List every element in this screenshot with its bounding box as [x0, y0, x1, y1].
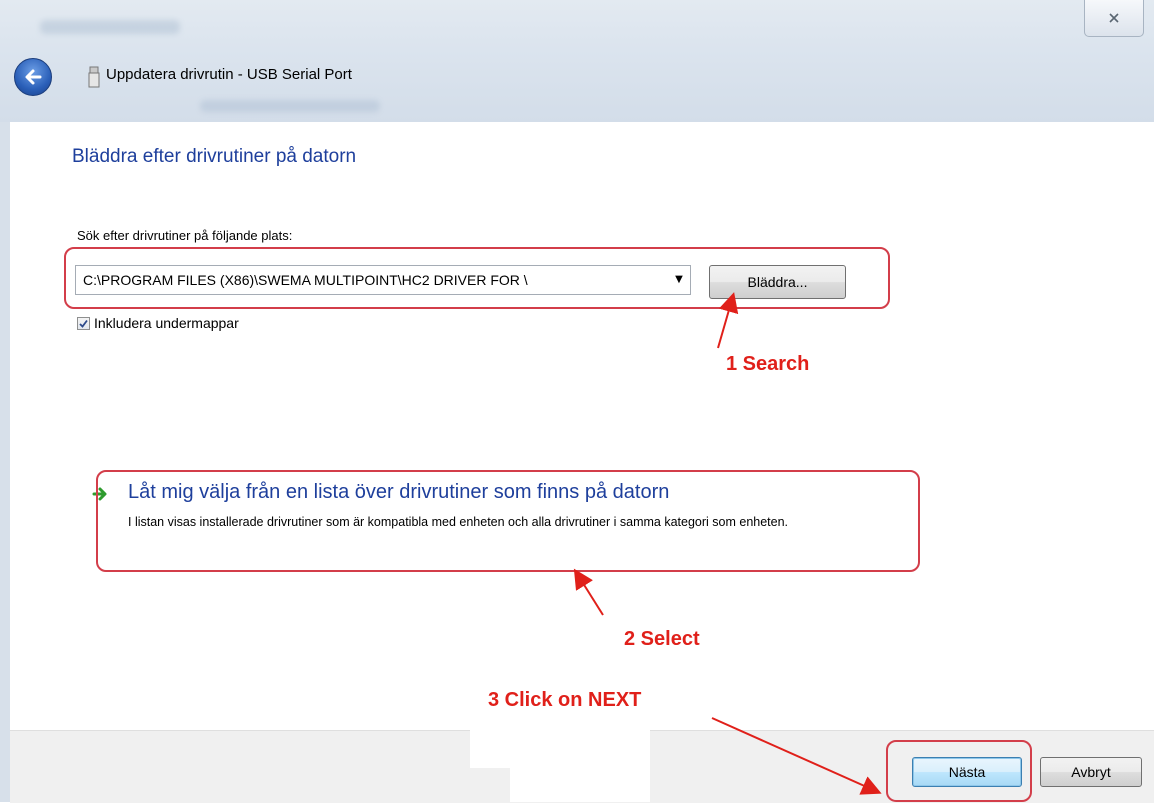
- arrow-to-browse: [717, 292, 739, 349]
- annotation-step1: 1 Search: [726, 353, 810, 375]
- arrow-to-list-option: [573, 568, 604, 616]
- annotation-step2: 2 Select: [624, 628, 700, 650]
- annotation-step3: 3 Click on NEXT: [488, 689, 642, 711]
- arrow-to-next: [711, 717, 882, 795]
- annotation-arrows: [573, 292, 882, 795]
